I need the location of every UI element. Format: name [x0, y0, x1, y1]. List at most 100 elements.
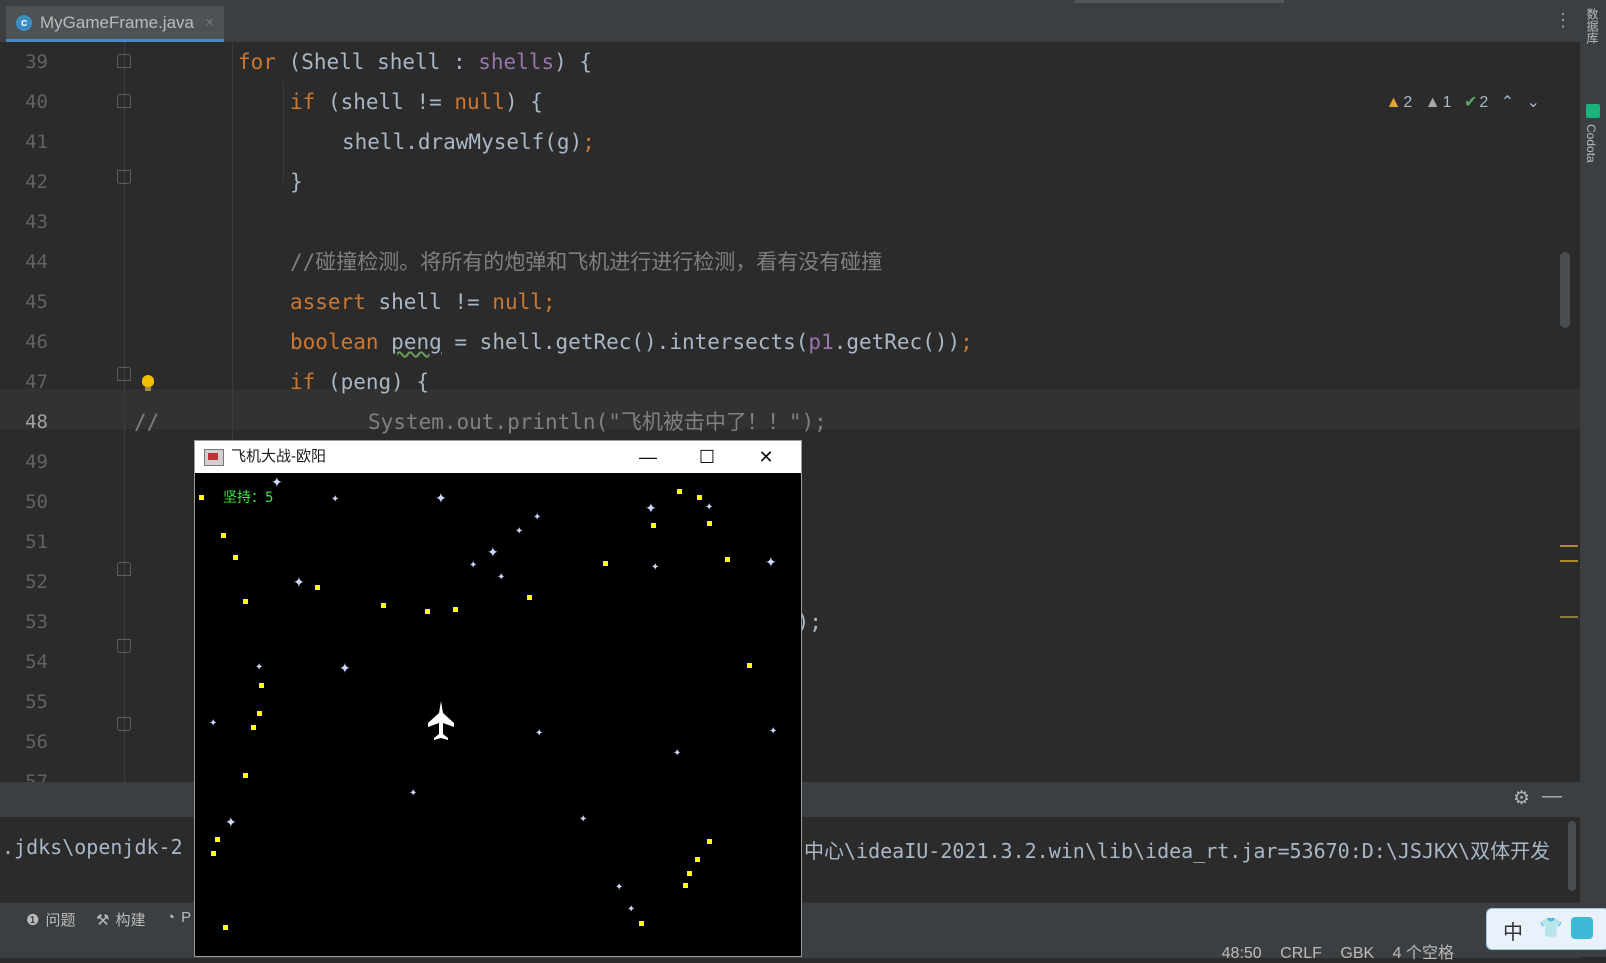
- enemy-shell: [211, 851, 216, 856]
- star: ✦: [331, 494, 340, 505]
- build-tool-button[interactable]: ⚒ 构建: [96, 909, 145, 930]
- star: ✦: [615, 882, 624, 893]
- line-separator[interactable]: CRLF: [1280, 945, 1322, 962]
- star: ✦: [533, 512, 542, 523]
- enemy-shell: [425, 609, 430, 614]
- star: ✦: [645, 500, 657, 516]
- code-line-44-comment: //碰撞检测。将所有的炮弹和飞机进行进行检测，看有没有碰撞: [290, 250, 883, 274]
- warning-icon: ▲: [1385, 94, 1402, 111]
- error-stripe-mark[interactable]: [1560, 560, 1578, 562]
- console-output-left: .jdks\openjdk-2: [2, 835, 183, 859]
- enemy-shell: [199, 495, 204, 500]
- star: ✦: [487, 544, 499, 560]
- enemy-shell: [677, 489, 682, 494]
- line-number: 52: [25, 571, 48, 593]
- star: ✦: [579, 814, 588, 825]
- fold-marker[interactable]: [117, 54, 131, 68]
- code-line-40: if (shell != null) {: [290, 90, 543, 114]
- codota-tool-button[interactable]: Codota: [1584, 124, 1598, 163]
- line-number: 56: [25, 731, 48, 753]
- star: ✦: [435, 490, 447, 506]
- gear-icon[interactable]: ⚙: [1513, 787, 1530, 810]
- game-window[interactable]: 飞机大战-欧阳 — ☐ ✕ 坚持：5 ✦ ✦ ✦ ✦ ✦ ✦ ✦ ✦ ✦ ✦ ✦ ✦ ✦ ✦ ✦ ✦ ✦ ✦ ✦ ✦ ✦…: [194, 440, 802, 957]
- tab-mygameframe[interactable]: c MyGameFrame.java ×: [6, 6, 224, 42]
- more-vertical-icon[interactable]: ⋮: [1554, 10, 1572, 31]
- tab-label: MyGameFrame.java: [40, 13, 194, 32]
- skin-icon[interactable]: 👕: [1539, 916, 1563, 940]
- line-number: 49: [25, 451, 48, 473]
- enemy-shell: [687, 871, 692, 876]
- line-number-current: 48: [25, 411, 48, 433]
- console-scrollbar[interactable]: [1568, 821, 1576, 891]
- enemy-shell: [257, 711, 262, 716]
- enemy-shell: [243, 599, 248, 604]
- star: ✦: [535, 728, 544, 739]
- line-number: 39: [25, 51, 48, 73]
- enemy-shell: [651, 523, 656, 528]
- line-number: 57: [25, 771, 48, 782]
- chevron-up-icon[interactable]: ⌃: [1501, 94, 1514, 111]
- fold-marker[interactable]: [117, 94, 131, 108]
- file-encoding[interactable]: GBK: [1340, 945, 1374, 962]
- close-button[interactable]: ✕: [743, 441, 789, 473]
- editor-scrollbar[interactable]: [1560, 252, 1570, 328]
- code-line-45: assert shell != null;: [290, 290, 556, 314]
- profiler-tool-button[interactable]: ◔ P: [166, 909, 191, 926]
- indent-setting[interactable]: 4 个空格: [1393, 945, 1454, 962]
- enemy-shell: [725, 557, 730, 562]
- codota-icon: [1586, 104, 1600, 118]
- star: ✦: [765, 554, 777, 570]
- lightbulb-icon[interactable]: [142, 375, 154, 391]
- line-number: 41: [25, 131, 48, 153]
- problems-tool-button[interactable]: ❶ 问题: [26, 909, 75, 930]
- java-app-icon: [204, 449, 224, 466]
- star: ✦: [673, 748, 682, 759]
- ime-toolbar[interactable]: 中 👕: [1486, 908, 1606, 950]
- caret-position[interactable]: 48:50: [1222, 945, 1262, 962]
- maximize-button[interactable]: ☐: [684, 441, 730, 473]
- database-tool-button[interactable]: 数据库: [1584, 8, 1601, 44]
- ime-settings-icon[interactable]: [1571, 917, 1593, 939]
- star: ✦: [225, 814, 237, 830]
- game-canvas[interactable]: 坚持：5 ✦ ✦ ✦ ✦ ✦ ✦ ✦ ✦ ✦ ✦ ✦ ✦ ✦ ✦ ✦ ✦ ✦ ✦ ✦ ✦ ✦ ✦ ✦ ✦: [195, 473, 801, 956]
- code-line-48: System.out.println("飞机被击中了！！");: [368, 410, 827, 434]
- minimize-icon[interactable]: —: [1542, 785, 1562, 808]
- fold-marker[interactable]: [117, 562, 131, 576]
- indent-guide: [283, 82, 284, 182]
- right-tool-strip: 数据库 Codota: [1580, 0, 1606, 957]
- inspection-widget[interactable]: ▲ 2 ▲ 1 ✔ 2 ⌃ ⌄: [1378, 92, 1540, 112]
- ime-mode[interactable]: 中: [1503, 916, 1523, 945]
- enemy-shell: [747, 663, 752, 668]
- code-line-41: shell.drawMyself(g);: [342, 130, 595, 154]
- line-number: 53: [25, 611, 48, 633]
- code-line-39: for (Shell shell : shells) {: [238, 50, 593, 74]
- fold-marker[interactable]: [117, 367, 131, 381]
- code-line-48-prefix: //: [134, 410, 160, 434]
- fold-marker[interactable]: [117, 639, 131, 653]
- chevron-down-icon[interactable]: ⌄: [1527, 94, 1540, 111]
- line-number: 54: [25, 651, 48, 673]
- minimize-button[interactable]: —: [625, 441, 671, 473]
- game-window-titlebar[interactable]: 飞机大战-欧阳 — ☐ ✕: [195, 441, 801, 473]
- line-number: 45: [25, 291, 48, 313]
- star: ✦: [409, 788, 418, 799]
- fold-marker[interactable]: [117, 170, 131, 184]
- star: ✦: [769, 726, 778, 737]
- line-number: 50: [25, 491, 48, 513]
- star: ✦: [469, 560, 478, 571]
- enemy-shell: [707, 839, 712, 844]
- fold-marker[interactable]: [117, 717, 131, 731]
- close-icon[interactable]: ×: [205, 6, 214, 40]
- status-items: 48:50 CRLF GBK 4 个空格: [1208, 939, 1454, 963]
- enemy-shell: [683, 883, 688, 888]
- line-number: 42: [25, 171, 48, 193]
- weak-warning-icon: ▲: [1424, 94, 1441, 111]
- star: ✦: [515, 526, 524, 537]
- game-window-title: 飞机大战-欧阳: [231, 448, 326, 465]
- line-number: 43: [25, 211, 48, 233]
- star: ✦: [339, 660, 351, 676]
- player-plane-icon: [428, 701, 454, 740]
- error-stripe-mark[interactable]: [1560, 616, 1578, 618]
- error-stripe-mark[interactable]: [1560, 545, 1578, 547]
- enemy-shell: [215, 837, 220, 842]
